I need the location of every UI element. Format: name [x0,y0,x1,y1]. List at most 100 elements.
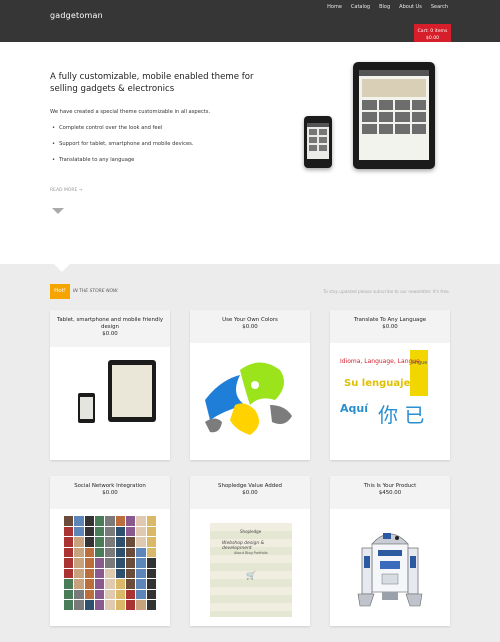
wall-photo [74,579,84,589]
product-price: $0.00 [102,490,118,496]
wall-photo [115,579,125,589]
wall-photo [64,558,74,568]
product-header: Translate To Any Language $0.00 [330,310,450,343]
nav-about-link[interactable]: About Us [399,4,422,10]
wall-photo [94,600,105,610]
wall-photo [94,516,105,526]
feature-item: Support for tablet, smartphone and mobil… [52,141,193,157]
wall-photo [94,558,105,568]
product-header: Tablet, smartphone and mobile friendly d… [50,310,170,347]
wall-photo [94,579,105,589]
wall-photo [105,526,115,537]
wall-photo [125,558,136,568]
wall-photo [146,589,156,600]
wall-photo [136,568,146,579]
product-header: This Is Your Product $450.00 [330,476,450,509]
wall-photo [84,568,94,579]
wall-photo [136,600,146,610]
product-title[interactable]: Shopledge Value Added [190,483,310,490]
wall-photo [136,516,146,526]
section-notch [54,264,70,272]
product-title[interactable]: Translate To Any Language [330,317,450,324]
feature-list: Complete control over the look and feel … [52,125,194,173]
nav-search-link[interactable]: Search [431,4,448,10]
wall-photo [74,526,84,537]
wall-photo [74,600,84,610]
wall-photo [136,526,146,537]
wall-photo [146,568,156,579]
product-title[interactable]: Tablet, smartphone and mobile friendly d… [50,317,170,331]
product-header: Use Your Own Colors $0.00 [190,310,310,343]
wall-photo [125,589,136,600]
product-title[interactable]: Use Your Own Colors [190,317,310,324]
product-card[interactable]: Tablet, smartphone and mobile friendly d… [50,310,170,460]
product-title[interactable]: Social Network Integration [50,483,170,490]
product-card[interactable]: Translate To Any Language $0.00 lingue I… [330,310,450,460]
wall-photo [146,537,156,547]
nav-blog-link[interactable]: Blog [379,4,390,10]
wall-photo [84,516,94,526]
feature-item: Complete control over the look and feel [52,125,194,141]
wall-photo [115,526,125,537]
wall-photo [105,579,115,589]
wall-photo [64,568,74,579]
wall-photo [115,547,125,558]
product-image-social-wall[interactable] [64,516,164,616]
wall-photo [136,558,146,568]
product-header: Shopledge Value Added $0.00 [190,476,310,509]
scroll-down-icon[interactable] [52,208,64,214]
hero-headline: A fully customizable, mobile enabled the… [50,72,254,94]
store-tagline: IN THE STORE NOW. [73,289,119,294]
hot-badge: Hot! [50,284,70,299]
feature-item: Translatable to any language [52,157,194,173]
wall-photo [115,600,125,610]
wall-photo [115,516,125,526]
wall-photo [146,547,156,558]
cart-label: Cart: 0 items [417,29,448,34]
wall-photo [84,537,94,547]
product-card[interactable]: Social Network Integration $0.00 [50,476,170,626]
wall-photo [115,589,125,600]
product-price: $0.00 [382,324,398,330]
wall-photo [105,547,115,558]
wall-photo [105,589,115,600]
wall-photo [74,547,84,558]
devices-image [300,58,460,178]
wall-photo [125,568,136,579]
wall-photo [125,600,136,610]
product-image-shopledge[interactable]: Shopledge Webshop design & development A… [200,516,300,617]
product-image-devices[interactable] [60,350,160,450]
product-card[interactable]: Use Your Own Colors $0.00 [190,310,310,460]
wall-photo [74,589,84,600]
wall-photo [84,579,94,589]
wall-photo [105,568,115,579]
product-price: $0.00 [102,331,118,337]
product-image-paint-splash[interactable] [200,350,300,450]
product-title[interactable]: This Is Your Product [330,483,450,490]
wall-photo [94,537,105,547]
wall-photo [84,558,94,568]
wall-photo [74,537,84,547]
cart-total: $0.00 [425,36,440,41]
tablet-illustration [353,62,435,169]
phone-illustration [304,116,332,168]
wall-photo [64,526,74,537]
wall-photo [64,537,74,547]
nav-home-link[interactable]: Home [327,4,342,10]
product-price: $0.00 [242,324,258,330]
wall-photo [64,547,74,558]
product-card[interactable]: This Is Your Product $450.00 [330,476,450,626]
site-logo[interactable]: gadgetoman [50,11,103,20]
read-more-link[interactable]: READ MORE → [50,188,83,193]
product-image-languages[interactable]: lingue Idioma, Language, Langue Su lengu… [340,350,440,450]
wall-photo [125,537,136,547]
wall-photo [94,526,105,537]
wall-photo [115,558,125,568]
wall-photo [146,579,156,589]
nav-catalog-link[interactable]: Catalog [351,4,370,10]
wall-photo [94,547,105,558]
product-card[interactable]: Shopledge Value Added $0.00 Shopledge We… [190,476,310,626]
wall-photo [136,589,146,600]
product-image-robot[interactable] [340,516,440,616]
newsletter-note: To stay updated please subscribe to our … [323,289,450,294]
